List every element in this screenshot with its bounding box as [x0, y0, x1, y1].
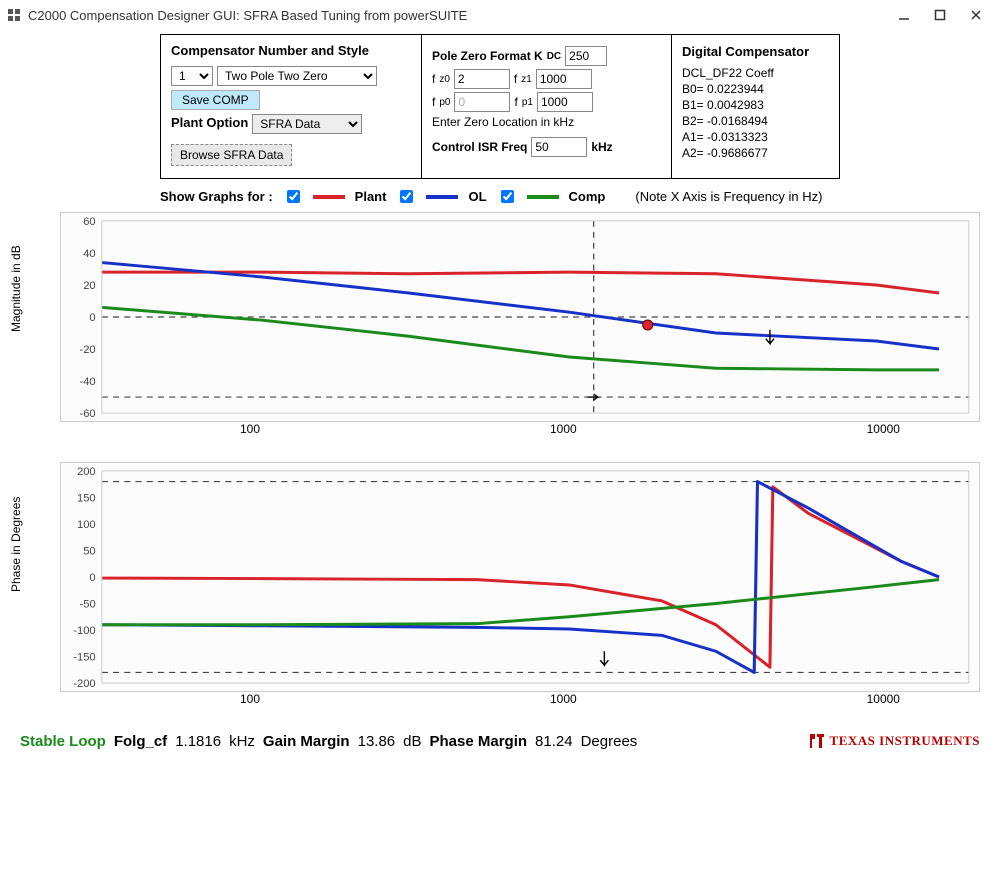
show-graphs-label: Show Graphs for :: [160, 189, 273, 204]
svg-text:-60: -60: [79, 408, 95, 420]
comp-color-chip: [527, 195, 559, 199]
phase-xtick: 100: [240, 692, 260, 706]
stable-loop-label: Stable Loop: [20, 733, 106, 750]
svg-text:0: 0: [89, 312, 95, 324]
minimize-button[interactable]: [886, 3, 922, 27]
enter-zero-note: Enter Zero Location in kHz: [432, 115, 661, 129]
comp-checkbox[interactable]: [501, 190, 514, 203]
plant-legend-label: Plant: [355, 189, 387, 204]
compensator-label: Compensator Number and Style: [171, 43, 369, 58]
folg-unit: kHz: [229, 733, 255, 750]
svg-text:200: 200: [77, 466, 96, 478]
coeff-a2: A2= -0.9686677: [682, 145, 829, 161]
svg-text:-100: -100: [73, 625, 95, 637]
svg-text:40: 40: [83, 248, 95, 260]
mag-y-axis-label: Magnitude in dB: [9, 245, 23, 332]
phase-chart[interactable]: 200 150 100 50 0 -50 -100 -150 -200: [60, 462, 980, 692]
coeff-a1: A1= -0.0313323: [682, 129, 829, 145]
svg-text:-20: -20: [79, 344, 95, 356]
ol-checkbox[interactable]: [400, 190, 413, 203]
phase-chart-wrap: Phase in Degrees 200150100500-50-100-150…: [20, 462, 980, 722]
fz0-input[interactable]: [454, 69, 510, 89]
browse-sfra-button[interactable]: Browse SFRA Data: [171, 144, 292, 166]
phase-margin-value: 81.24: [535, 733, 573, 750]
phase-xtick: 1000: [550, 692, 577, 706]
svg-text:60: 60: [83, 216, 95, 228]
coeff-b1: B1= 0.0042983: [682, 97, 829, 113]
svg-text:50: 50: [83, 546, 95, 558]
phase-margin-label: Phase Margin: [430, 733, 528, 750]
ti-logo: TEXAS INSTRUMENTS: [808, 732, 980, 750]
fz1-input[interactable]: [536, 69, 592, 89]
svg-text:-40: -40: [79, 376, 95, 388]
folg-label: Folg_cf: [114, 733, 167, 750]
comp-number-select[interactable]: 1: [171, 66, 213, 86]
svg-text:20: 20: [83, 280, 95, 292]
svg-text:-200: -200: [73, 678, 95, 690]
graph-legend-row: Show Graphs for : Plant OL Comp (Note X …: [160, 187, 1000, 206]
kdc-input[interactable]: [565, 46, 607, 66]
gain-margin-unit: dB: [403, 733, 421, 750]
svg-text:-150: -150: [73, 652, 95, 664]
ol-color-chip: [426, 195, 458, 199]
close-button[interactable]: [958, 3, 994, 27]
svg-text:150: 150: [77, 493, 96, 505]
comp-style-select[interactable]: Two Pole Two Zero: [217, 66, 377, 86]
maximize-button[interactable]: [922, 3, 958, 27]
svg-text:100: 100: [77, 519, 96, 531]
window-title: C2000 Compensation Designer GUI: SFRA Ba…: [28, 8, 886, 23]
digital-comp-column: Digital Compensator DCL_DF22 Coeff B0= 0…: [671, 35, 839, 178]
svg-text:-50: -50: [79, 599, 95, 611]
folg-value: 1.1816: [175, 733, 221, 750]
phase-xtick: 10000: [867, 692, 900, 706]
fp0-input[interactable]: [454, 92, 510, 112]
coeff-b2: B2= -0.0168494: [682, 113, 829, 129]
plant-option-select[interactable]: SFRA Data: [252, 114, 362, 134]
app-icon: [6, 7, 22, 23]
pz-format-label: Pole Zero Format K: [432, 49, 543, 63]
save-comp-button[interactable]: Save COMP: [171, 90, 260, 110]
mag-xtick: 1000: [550, 422, 577, 436]
coeff-b0: B0= 0.0223944: [682, 81, 829, 97]
mag-xtick: 100: [240, 422, 260, 436]
phase-margin-unit: Degrees: [581, 733, 638, 750]
isr-label: Control ISR Freq: [432, 140, 527, 154]
status-footer: Stable Loop Folg_cf 1.1816 kHz Gain Marg…: [0, 722, 1000, 760]
gain-margin-value: 13.86: [358, 733, 396, 750]
magnitude-chart-wrap: Magnitude in dB 6040200-20-40-60 100 100…: [20, 212, 980, 452]
ol-legend-label: OL: [468, 189, 486, 204]
isr-input[interactable]: [531, 137, 587, 157]
mag-xtick: 10000: [867, 422, 900, 436]
magnitude-chart[interactable]: 60 40 20 0 -20 -40 -60: [60, 212, 980, 422]
fp1-input[interactable]: [537, 92, 593, 112]
window-titlebar: C2000 Compensation Designer GUI: SFRA Ba…: [0, 0, 1000, 30]
plant-color-chip: [313, 195, 345, 199]
phase-y-axis-label: Phase in Degrees: [9, 497, 23, 592]
pole-zero-column: Pole Zero Format KDC fz0 fz1 fp0 fp1 Ent…: [421, 35, 671, 178]
comp-legend-label: Comp: [569, 189, 606, 204]
digital-comp-label: Digital Compensator: [682, 43, 809, 61]
isr-unit: kHz: [591, 140, 612, 154]
gain-margin-label: Gain Margin: [263, 733, 350, 750]
plant-checkbox[interactable]: [287, 190, 300, 203]
xaxis-note: (Note X Axis is Frequency in Hz): [635, 189, 822, 204]
plant-option-label: Plant Option: [171, 115, 248, 130]
svg-text:0: 0: [89, 572, 95, 584]
coeff-name: DCL_DF22 Coeff: [682, 65, 829, 81]
compensator-column: Compensator Number and Style 1 Two Pole …: [161, 35, 421, 178]
config-panel: Compensator Number and Style 1 Two Pole …: [160, 34, 840, 179]
